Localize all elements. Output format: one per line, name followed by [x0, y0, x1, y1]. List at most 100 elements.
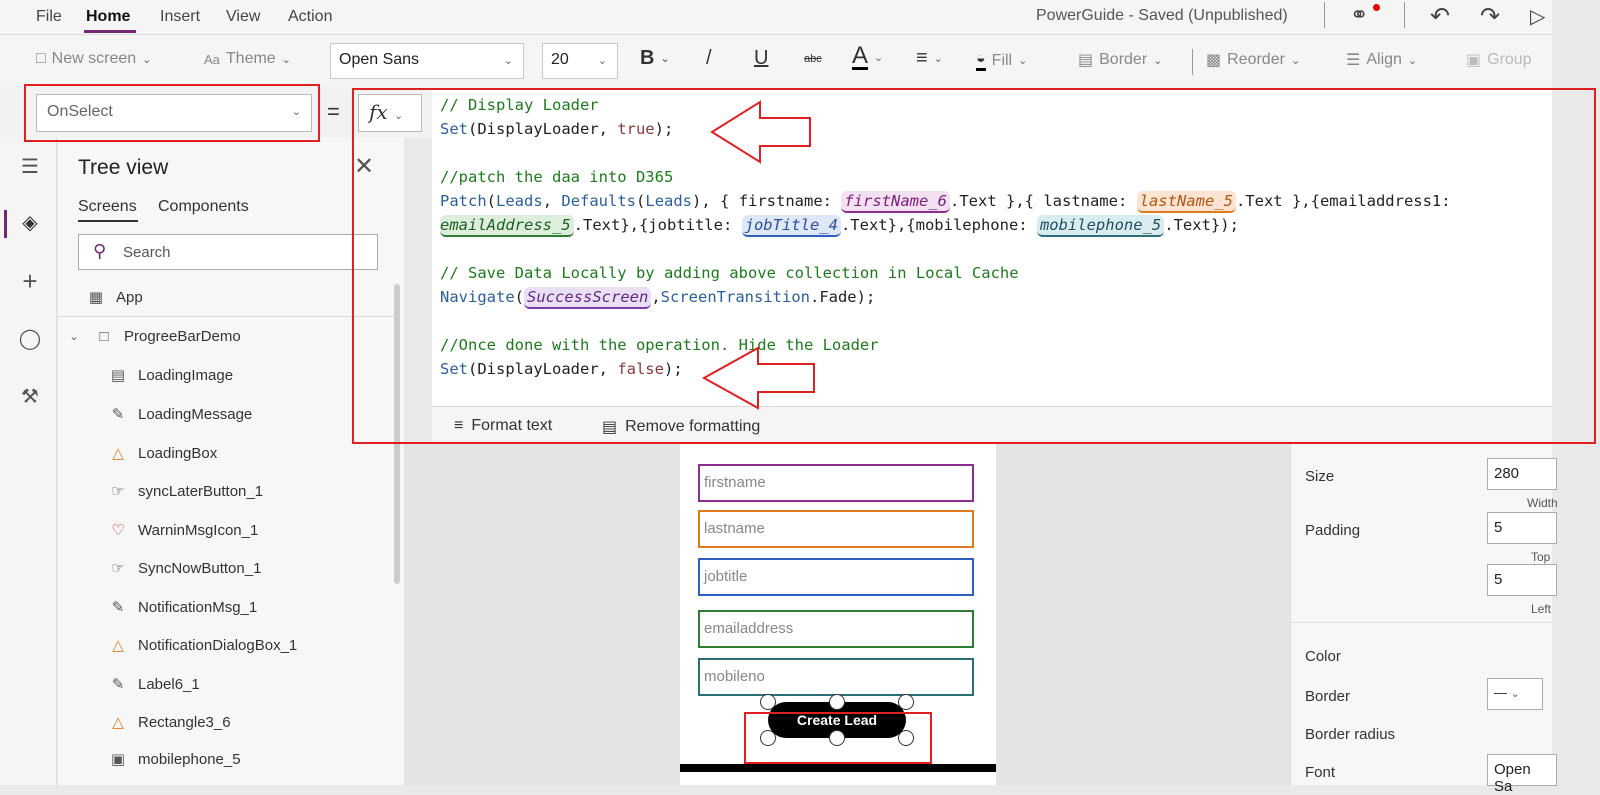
redo-icon[interactable]: ↷ — [1480, 2, 1500, 31]
chevron-down-icon: ⌄ — [1153, 54, 1163, 67]
align-button[interactable]: ☰ Align ⌄ — [1346, 50, 1417, 70]
active-rail-indicator — [4, 210, 7, 238]
tree-item-label: mobilephone_5 — [138, 750, 241, 768]
tree-item-label: WarninMsgIcon_1 — [138, 521, 259, 539]
italic-button[interactable]: / — [706, 47, 712, 70]
fill-label: Fill — [991, 51, 1013, 69]
button-icon: ☞ — [111, 560, 125, 577]
tree-search-input[interactable]: ⚲ Search — [78, 234, 378, 270]
resize-handle[interactable] — [829, 694, 845, 710]
tree-item-label: ProgreeBarDemo — [124, 328, 241, 345]
font-select[interactable]: Open Sa — [1487, 754, 1557, 795]
tree-item-label: syncLaterButton_1 — [138, 482, 264, 500]
reorder-label: Reorder — [1227, 51, 1285, 68]
tree-item-label: App — [116, 288, 143, 306]
chevron-down-icon: ⌄ — [933, 53, 943, 65]
chevron-down-icon: ⌄ — [142, 53, 152, 66]
app-checker-icon[interactable]: ⚭ — [1350, 2, 1368, 28]
border-button[interactable]: ▤ Border ⌄ — [1078, 50, 1162, 70]
resize-handle[interactable] — [898, 694, 914, 710]
group-label: Group — [1487, 51, 1532, 68]
insert-plus-icon[interactable]: + — [18, 266, 42, 297]
menu-file[interactable]: File — [36, 8, 62, 26]
menu-insert[interactable]: Insert — [160, 8, 200, 26]
lastname-input[interactable]: lastname — [698, 510, 974, 548]
annotation-box-formula — [352, 88, 1596, 444]
tree-item-label: NotificationMsg_1 — [138, 598, 258, 616]
menu-action[interactable]: Action — [288, 8, 332, 26]
border-label: Border — [1099, 51, 1148, 68]
hamburger-menu-icon[interactable]: ☰ — [18, 154, 42, 179]
label-edit-icon: ✎ — [111, 676, 125, 693]
resize-handle[interactable] — [760, 694, 776, 710]
tree-item-control[interactable]: ☞ syncLaterButton_1 — [108, 482, 264, 501]
emailaddress-input[interactable]: emailaddress — [698, 610, 974, 648]
chevron-down-icon: ⌄ — [874, 52, 884, 64]
tree-item-control[interactable]: ♡ WarninMsgIcon_1 — [108, 521, 259, 540]
input-placeholder: emailaddress — [704, 620, 794, 637]
advanced-tools-icon[interactable]: ⚒ — [18, 384, 42, 409]
chevron-down-icon: ⌄ — [1510, 688, 1520, 700]
tree-item-control[interactable]: ▣ mobilephone_5 — [108, 750, 241, 769]
screen-icon: □ — [99, 328, 109, 345]
theme-label: Theme — [225, 50, 276, 67]
shape-icon: △ — [112, 637, 124, 654]
tree-item-control[interactable]: ☞ SyncNowButton_1 — [108, 559, 261, 578]
menu-bar: File Home Insert View Action PowerGuide … — [0, 0, 1552, 34]
strikethrough-button[interactable]: abc — [804, 53, 822, 65]
search-placeholder: Search — [123, 244, 171, 261]
fill-button[interactable]: ◒ Fill ⌄ — [976, 50, 1027, 71]
jobtitle-input[interactable]: jobtitle — [698, 558, 974, 596]
group-button[interactable]: ▣ Group — [1466, 50, 1532, 70]
chevron-down-icon: ⌄ — [1407, 54, 1418, 67]
padding-left-input[interactable]: 5 — [1487, 564, 1557, 596]
theme-button[interactable]: Aa Theme ⌄ — [204, 50, 291, 68]
annotation-box-button — [744, 712, 932, 764]
active-tab-indicator — [84, 30, 136, 33]
undo-icon[interactable]: ↶ — [1430, 2, 1450, 31]
tree-item-control[interactable]: ✎ Label6_1 — [108, 675, 200, 694]
font-family-select[interactable]: Open Sans ⌄ — [330, 43, 524, 79]
active-tab-underline — [78, 220, 138, 222]
align-text-icon: ≡ — [916, 47, 928, 69]
text-align-button[interactable]: ≡ ⌄ — [916, 47, 943, 70]
tree-item-control[interactable]: ✎ NotificationMsg_1 — [108, 598, 258, 617]
tree-item-control[interactable]: △ NotificationDialogBox_1 — [108, 636, 298, 655]
tree-item-control[interactable]: △ Rectangle3_6 — [108, 713, 231, 732]
label-edit-icon: ✎ — [111, 406, 125, 423]
menu-home[interactable]: Home — [86, 8, 130, 26]
data-cylinder-icon[interactable]: ◯ — [18, 326, 42, 351]
tab-components[interactable]: Components — [158, 198, 249, 216]
tree-item-label: NotificationDialogBox_1 — [138, 636, 298, 654]
tree-item-label: Label6_1 — [138, 675, 200, 693]
new-screen-button[interactable]: □ New screen ⌄ — [36, 50, 151, 68]
tree-item-app[interactable]: ▦ App — [86, 288, 143, 307]
border-style-select[interactable]: — ⌄ — [1487, 678, 1543, 710]
shape-icon: △ — [112, 714, 124, 731]
padding-label: Padding — [1305, 522, 1361, 539]
bold-button[interactable]: B ⌄ — [640, 47, 670, 70]
padding-top-input[interactable]: 5 — [1487, 512, 1557, 544]
tree-item-screen[interactable]: ⌄ □ ProgreeBarDemo — [64, 328, 241, 345]
tree-item-control[interactable]: ✎ LoadingMessage — [108, 405, 253, 424]
font-color-button[interactable]: A ⌄ — [852, 44, 884, 70]
fill-icon: ◒ — [976, 50, 986, 71]
font-size-select[interactable]: 20 ⌄ — [542, 43, 618, 79]
firstname-input[interactable]: firstname — [698, 464, 974, 502]
icons-icon: ♡ — [111, 522, 125, 539]
mobileno-input[interactable]: mobileno — [698, 658, 974, 696]
underline-button[interactable]: U — [754, 47, 768, 70]
layers-icon[interactable]: ◈ — [18, 210, 42, 235]
tree-item-label: Rectangle3_6 — [138, 713, 231, 731]
tree-item-control[interactable]: ▤ LoadingImage — [108, 366, 233, 385]
reorder-button[interactable]: ▩ Reorder ⌄ — [1206, 50, 1300, 70]
menu-view[interactable]: View — [226, 8, 260, 26]
size-width-input[interactable]: 280 — [1487, 458, 1557, 490]
play-icon[interactable]: ▷ — [1530, 4, 1545, 29]
left-rail: ☰ ◈ + ◯ ⚒ — [0, 138, 57, 785]
tab-screens[interactable]: Screens — [78, 198, 137, 216]
size-label: Size — [1305, 468, 1335, 485]
width-label: Width — [1527, 496, 1558, 510]
text-input-icon: ▣ — [110, 751, 126, 768]
tree-item-control[interactable]: △ LoadingBox — [108, 444, 217, 463]
